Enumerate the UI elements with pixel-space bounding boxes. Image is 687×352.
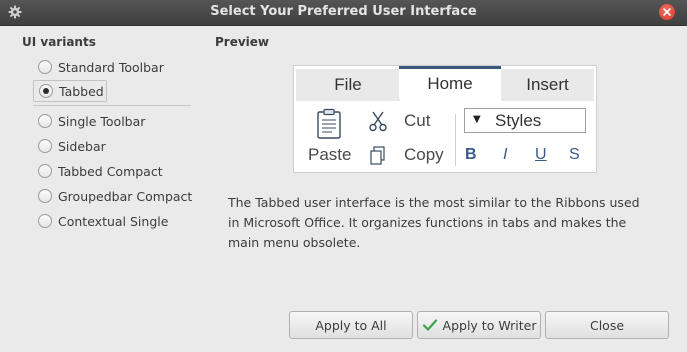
radio-label: Tabbed <box>59 83 104 99</box>
radio-button[interactable] <box>38 189 52 203</box>
radio-sidebar[interactable]: Sidebar <box>33 135 193 157</box>
radio-groupedbar-compact[interactable]: Groupedbar Compact <box>33 185 193 207</box>
styles-label: Styles <box>495 111 542 130</box>
window-title: Select Your Preferred User Interface <box>210 4 477 19</box>
button-label: Apply to Writer <box>442 317 537 333</box>
copy-label: Copy <box>404 145 444 164</box>
radio-label: Sidebar <box>58 138 106 154</box>
radio-tabbed-compact[interactable]: Tabbed Compact <box>33 160 193 182</box>
radio-tabbed[interactable]: Tabbed <box>33 80 107 102</box>
close-button[interactable]: Close <box>545 311 669 339</box>
radio-button[interactable] <box>38 114 52 128</box>
variant-separator <box>33 105 191 106</box>
radio-label: Single Toolbar <box>58 113 146 129</box>
radio-label: Contextual Single <box>58 213 169 229</box>
button-label: Close <box>589 317 625 333</box>
strikethrough-format: S <box>569 146 580 163</box>
radio-standard-toolbar[interactable]: Standard Toolbar <box>33 56 193 78</box>
preview-tabs: File Home Insert <box>294 66 596 102</box>
radio-button-checked[interactable] <box>39 84 53 98</box>
paste-label: Paste <box>308 145 352 164</box>
preview-heading: Preview <box>215 35 270 49</box>
copy-icon <box>370 146 385 165</box>
cut-label: Cut <box>404 111 431 130</box>
radio-button[interactable] <box>38 164 52 178</box>
variant-description: The Tabbed user interface is the most si… <box>228 195 640 250</box>
underline-format: U <box>535 146 547 163</box>
radio-label: Groupedbar Compact <box>58 188 193 204</box>
clipboard-icon <box>317 108 341 139</box>
apply-to-writer-button[interactable]: Apply to Writer <box>417 311 541 339</box>
radio-contextual-single[interactable]: Contextual Single <box>33 210 193 232</box>
radio-button[interactable] <box>38 214 52 228</box>
scissors-icon <box>369 111 387 132</box>
tab-label: File <box>334 75 362 94</box>
ui-variants-heading: UI variants <box>22 35 96 49</box>
apply-to-all-button[interactable]: Apply to All <box>289 311 413 339</box>
button-label: Apply to All <box>315 317 387 333</box>
close-icon <box>663 8 671 16</box>
radio-button[interactable] <box>38 60 52 74</box>
tab-insert: Insert <box>501 69 594 101</box>
radio-button[interactable] <box>38 139 52 153</box>
italic-format: I <box>503 146 508 163</box>
ribbon-separator <box>455 114 456 166</box>
tab-label: Home <box>427 74 473 93</box>
radio-label: Standard Toolbar <box>58 59 164 75</box>
bold-format: B <box>465 146 477 163</box>
tab-file: File <box>296 69 400 101</box>
radio-label: Tabbed Compact <box>58 163 163 179</box>
dropdown-arrow-icon: ▼ <box>473 114 481 125</box>
tab-label: Insert <box>526 75 569 94</box>
styles-dropdown: ▼ Styles <box>464 108 586 133</box>
title-bar: Select Your Preferred User Interface <box>0 0 687 26</box>
checkmark-icon <box>422 319 437 331</box>
close-window-button[interactable] <box>659 4 675 20</box>
radio-single-toolbar[interactable]: Single Toolbar <box>33 110 193 132</box>
tab-home: Home <box>399 66 501 99</box>
preview-panel: File Home Insert Paste Cut Copy ▼ Styles… <box>293 65 597 173</box>
